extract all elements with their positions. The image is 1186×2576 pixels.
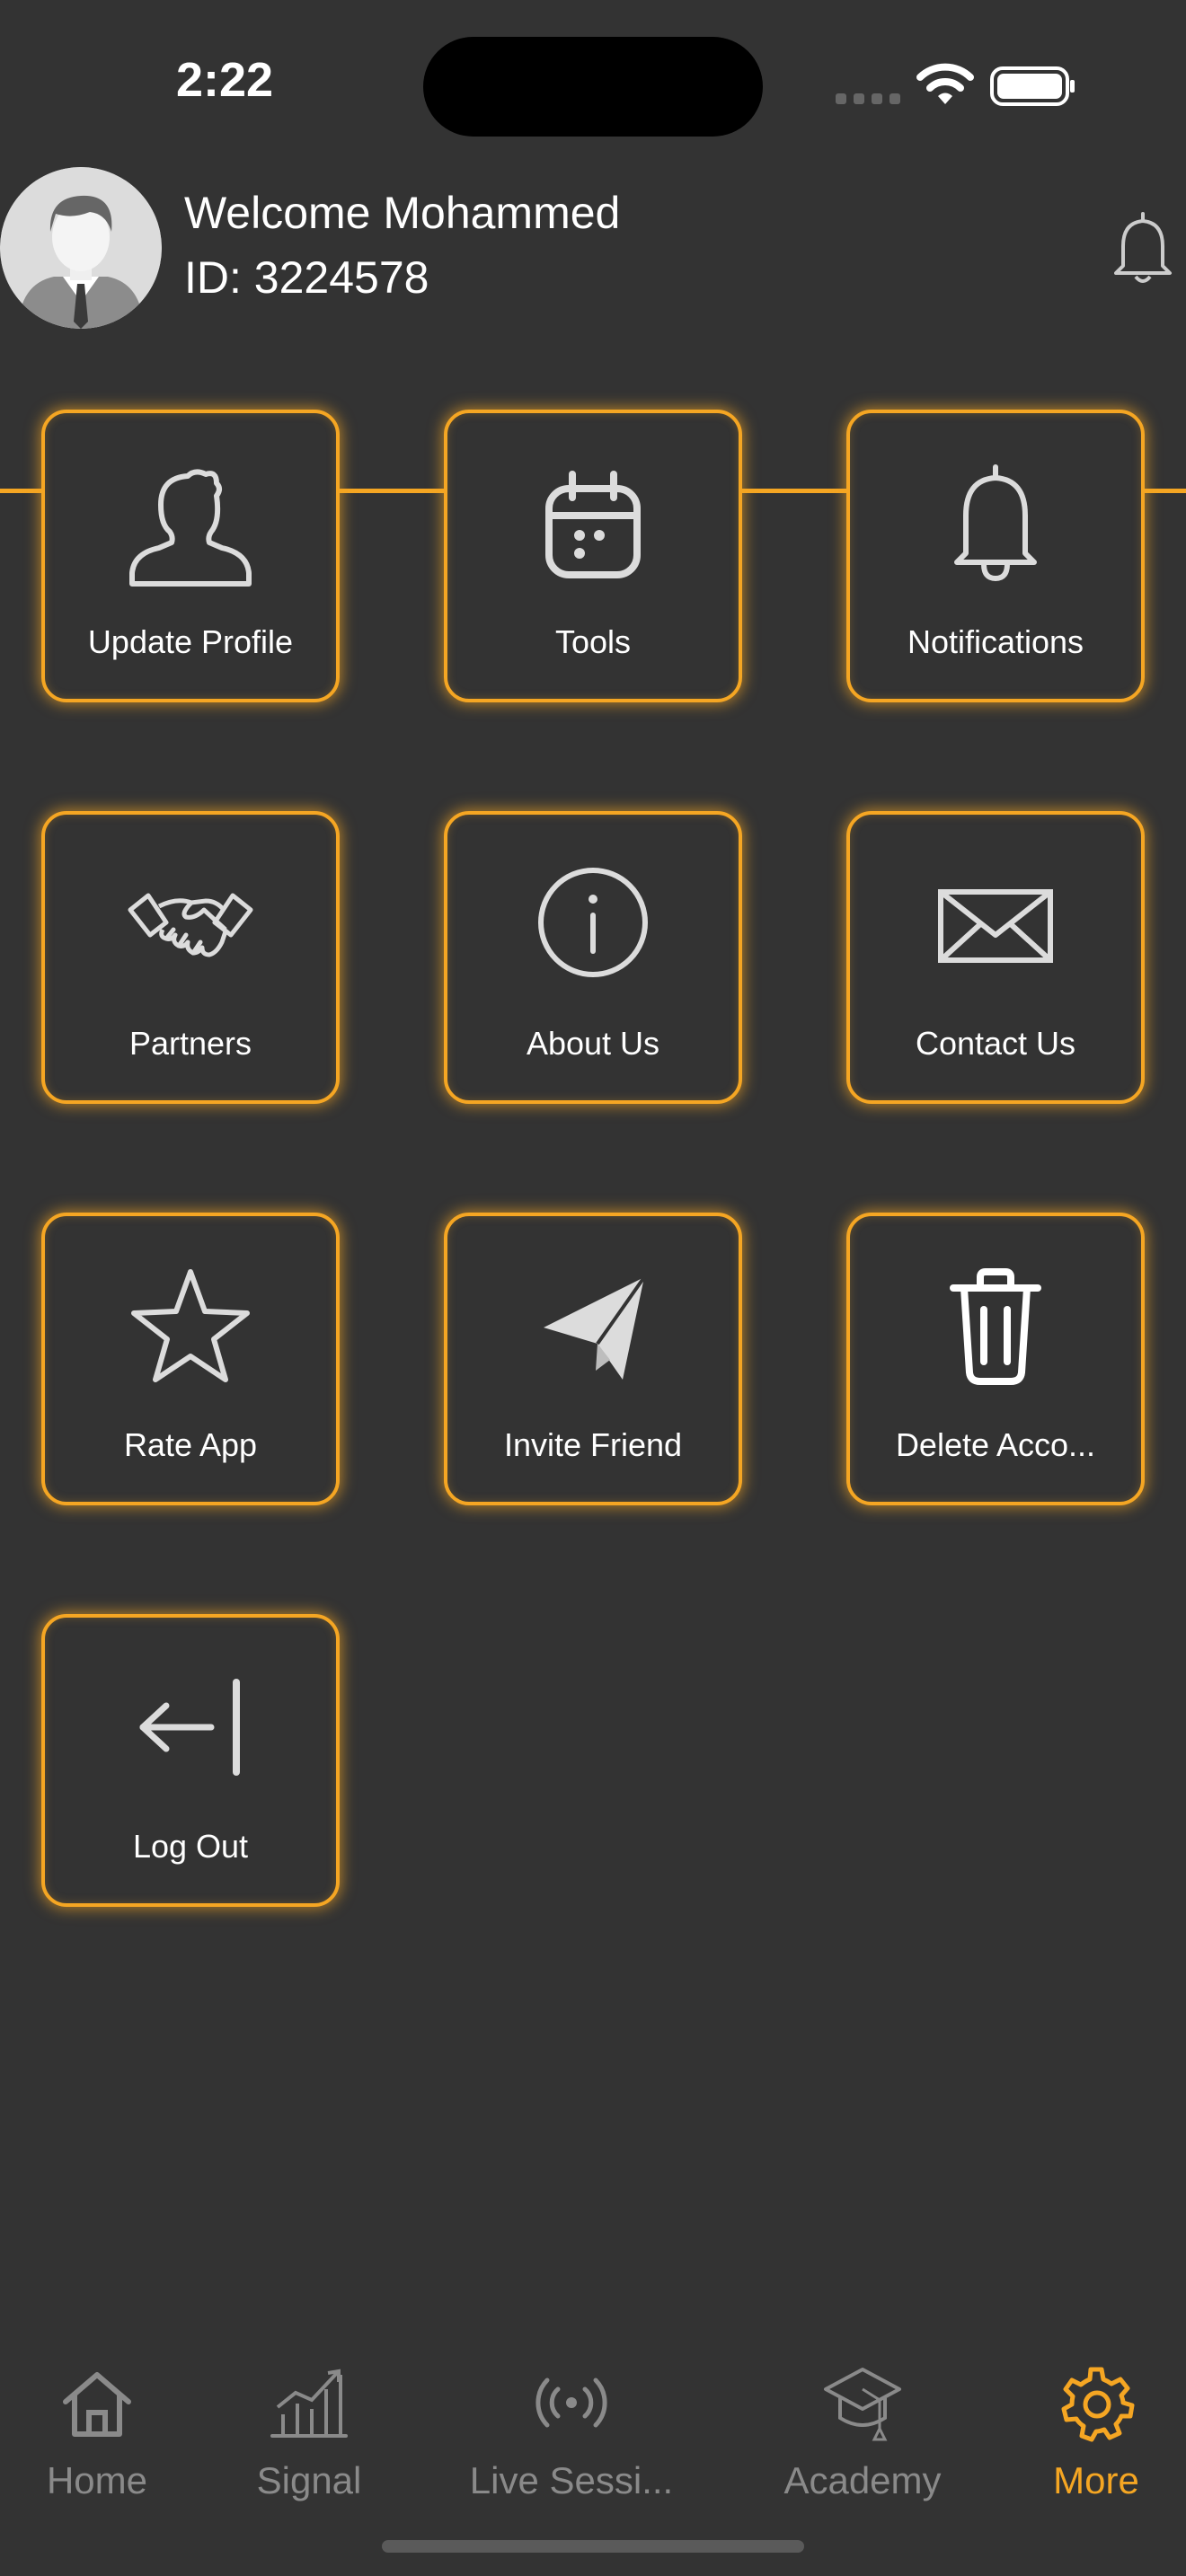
partners-tile[interactable]: Partners <box>41 811 340 1104</box>
status-time: 2:22 <box>175 53 274 107</box>
tab-more[interactable]: More <box>988 2335 1186 2515</box>
tile-label: Delete Acco... <box>895 1426 1096 1463</box>
delete-account-tile[interactable]: Delete Acco... <box>846 1213 1145 1505</box>
battery-icon <box>990 66 1075 106</box>
dynamic-island <box>423 37 763 137</box>
contact-us-tile[interactable]: Contact Us <box>846 811 1145 1104</box>
bell-icon <box>1114 212 1172 283</box>
chart-icon <box>270 2369 348 2438</box>
tile-label: Partners <box>128 1025 252 1062</box>
tile-label: Notifications <box>907 623 1084 660</box>
calendar-icon <box>545 471 641 578</box>
about-us-tile[interactable]: About Us <box>444 811 742 1104</box>
user-avatar[interactable] <box>0 167 162 329</box>
gear-icon <box>1061 2367 1135 2442</box>
tile-label: Rate App <box>123 1426 258 1463</box>
header-bell-button[interactable] <box>1111 208 1175 289</box>
tools-tile[interactable]: Tools <box>444 410 742 702</box>
tile-label: Contact Us <box>915 1025 1076 1062</box>
tab-signal[interactable]: Signal <box>201 2335 417 2515</box>
user-id-text: ID: 3224578 <box>184 252 429 303</box>
home-indicator <box>382 2540 804 2553</box>
cellular-signal-icon <box>836 93 900 104</box>
tab-label: Academy <box>783 2459 942 2501</box>
welcome-text: Welcome Mohammed <box>184 188 621 238</box>
wifi-icon <box>916 63 974 104</box>
trash-icon <box>950 1268 1041 1385</box>
tab-home[interactable]: Home <box>0 2335 205 2515</box>
logout-icon <box>139 1679 240 1776</box>
paper-plane-icon <box>544 1275 646 1380</box>
handshake-icon <box>128 893 253 957</box>
tile-label: Tools <box>554 623 632 660</box>
tab-label: More <box>1053 2459 1139 2501</box>
bell-icon <box>954 464 1037 582</box>
tile-label: Log Out <box>132 1828 249 1865</box>
profile-header: Welcome Mohammed ID: 3224578 <box>0 162 1186 493</box>
invite-friend-tile[interactable]: Invite Friend <box>444 1213 742 1505</box>
info-icon <box>538 868 648 977</box>
profile-icon <box>129 469 252 587</box>
tab-label: Live Sessi... <box>469 2459 674 2501</box>
tab-live-sessions[interactable]: Live Sessi... <box>464 2335 679 2515</box>
mail-icon <box>938 889 1053 963</box>
tile-label: About Us <box>526 1025 660 1062</box>
star-icon <box>131 1269 250 1382</box>
home-icon <box>63 2372 131 2437</box>
tab-label: Signal <box>256 2459 362 2501</box>
tab-academy[interactable]: Academy <box>755 2335 970 2515</box>
rate-app-tile[interactable]: Rate App <box>41 1213 340 1505</box>
broadcast-icon <box>535 2378 607 2428</box>
update-profile-tile[interactable]: Update Profile <box>41 410 340 702</box>
notifications-tile[interactable]: Notifications <box>846 410 1145 702</box>
graduation-cap-icon <box>824 2368 901 2441</box>
tile-label: Invite Friend <box>503 1426 683 1463</box>
tile-label: Update Profile <box>87 623 294 660</box>
avatar-illustration <box>0 167 162 329</box>
status-bar: 2:22 <box>0 0 1186 162</box>
log-out-tile[interactable]: Log Out <box>41 1614 340 1907</box>
